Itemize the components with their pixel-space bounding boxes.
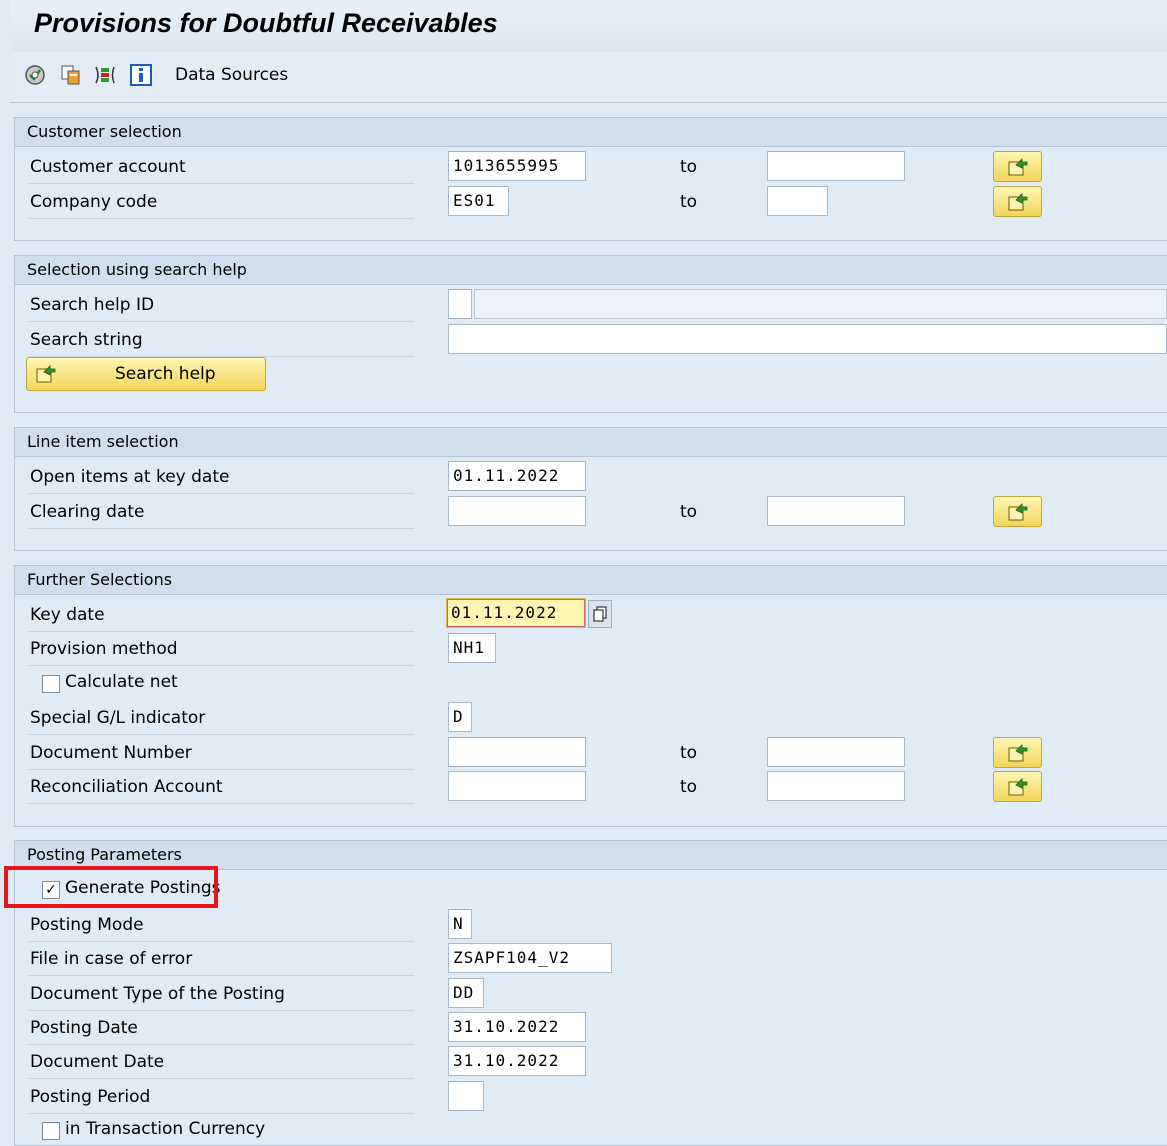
posting-mode-input[interactable]: N <box>448 909 472 939</box>
special-gl-indicator-row: Special G/L indicator <box>28 702 414 735</box>
field-label: Document Date <box>30 1052 165 1072</box>
posting-date-row: Posting Date <box>28 1012 414 1045</box>
clearing-date-row: Clearing date <box>28 496 414 529</box>
search-help-button-label: Search help <box>115 364 216 384</box>
document-type-row: Document Type of the Posting <box>28 978 414 1011</box>
provision-method-row: Provision method <box>28 633 414 666</box>
document-number-to-input[interactable] <box>767 737 905 767</box>
multiple-selection-button[interactable] <box>993 737 1042 768</box>
copy-variant-icon[interactable] <box>60 64 82 86</box>
posting-mode-row: Posting Mode <box>28 909 414 942</box>
data-sources-button[interactable]: Data Sources <box>175 65 288 85</box>
company-code-row: Company code <box>28 186 414 219</box>
field-label: Posting Period <box>30 1087 151 1107</box>
posting-period-row: Posting Period <box>28 1081 414 1114</box>
field-label: Posting Mode <box>30 915 144 935</box>
document-number-from-input[interactable] <box>448 737 586 767</box>
in-transaction-currency-checkbox[interactable] <box>42 1122 60 1140</box>
group-header: Selection using search help <box>15 256 1167 285</box>
field-label: Clearing date <box>30 502 145 522</box>
multiple-selection-icon <box>1008 193 1028 211</box>
document-number-row: Document Number <box>28 737 414 770</box>
open-items-key-date-row: Open items at key date <box>28 461 414 494</box>
key-date-input[interactable]: 01.11.2022 <box>446 598 586 628</box>
field-label: Search help ID <box>30 295 155 315</box>
document-type-input[interactable]: DD <box>448 978 484 1008</box>
search-string-row: Search string <box>28 324 414 357</box>
posting-period-input[interactable] <box>448 1081 484 1111</box>
page-title: Provisions for Doubtful Receivables <box>34 8 498 38</box>
document-date-input[interactable]: 31.10.2022 <box>448 1046 586 1076</box>
field-label: Document Number <box>30 743 192 763</box>
key-date-row: Key date <box>28 599 414 632</box>
selection-options-icon[interactable] <box>94 64 116 86</box>
reconciliation-account-to-input[interactable] <box>767 771 905 801</box>
to-label: to <box>680 743 698 763</box>
document-date-row: Document Date <box>28 1046 414 1079</box>
open-items-key-date-input[interactable]: 01.11.2022 <box>448 461 586 491</box>
multiple-selection-button[interactable] <box>993 496 1042 527</box>
posting-date-input[interactable]: 31.10.2022 <box>448 1012 586 1042</box>
application-toolbar: Data Sources <box>10 52 1167 103</box>
multiple-selection-icon <box>36 365 56 383</box>
multiple-selection-button[interactable] <box>993 186 1042 217</box>
provision-method-input[interactable]: NH1 <box>448 633 496 663</box>
field-label: Key date <box>30 605 105 625</box>
multiple-selection-icon <box>1008 158 1028 176</box>
field-label: Company code <box>30 192 158 212</box>
info-icon[interactable] <box>130 64 152 86</box>
to-label: to <box>680 192 698 212</box>
field-label: Document Type of the Posting <box>30 984 285 1004</box>
file-in-case-of-error-input[interactable]: ZSAPF104_V2 <box>448 943 612 973</box>
search-help-id-description <box>474 289 1167 319</box>
search-help-id-input[interactable] <box>448 289 472 319</box>
title-bar: Provisions for Doubtful Receivables <box>10 0 1167 52</box>
field-label: Search string <box>30 330 143 350</box>
field-label: Posting Date <box>30 1018 138 1038</box>
reconciliation-account-row: Reconciliation Account <box>28 771 414 804</box>
customer-account-from-input[interactable]: 1013655995 <box>448 151 586 181</box>
search-string-input[interactable] <box>448 324 1167 354</box>
multiple-selection-icon <box>1008 778 1028 796</box>
to-label: to <box>680 777 698 797</box>
search-help-button[interactable]: Search help <box>26 357 266 391</box>
to-label: to <box>680 502 698 522</box>
company-code-from-input[interactable]: ES01 <box>448 186 509 216</box>
special-gl-indicator-input[interactable]: D <box>448 702 472 732</box>
execute-icon[interactable] <box>24 64 46 86</box>
group-header: Further Selections <box>15 566 1167 595</box>
field-label: Provision method <box>30 639 178 659</box>
calculate-net-checkbox[interactable] <box>42 675 60 693</box>
group-header: Customer selection <box>15 118 1167 147</box>
customer-account-to-input[interactable] <box>767 151 905 181</box>
search-help-id-row: Search help ID <box>28 289 414 322</box>
customer-account-row: Customer account <box>28 151 414 184</box>
multiple-selection-icon <box>1008 744 1028 762</box>
calculate-net-label: Calculate net <box>65 672 178 692</box>
file-in-case-of-error-row: File in case of error <box>28 943 414 976</box>
company-code-to-input[interactable] <box>767 186 828 216</box>
field-label: Open items at key date <box>30 467 230 487</box>
reconciliation-account-from-input[interactable] <box>448 771 586 801</box>
field-label: Customer account <box>30 157 186 177</box>
clearing-date-from-input[interactable] <box>448 496 586 526</box>
to-label: to <box>680 157 698 177</box>
in-transaction-currency-label: in Transaction Currency <box>65 1119 266 1139</box>
field-label: File in case of error <box>30 949 193 969</box>
field-label: Reconciliation Account <box>30 777 223 797</box>
group-header: Line item selection <box>15 428 1167 457</box>
value-help-button[interactable] <box>588 600 612 628</box>
multiple-selection-button[interactable] <box>993 771 1042 802</box>
field-label: Special G/L indicator <box>30 708 206 728</box>
multiple-selection-button[interactable] <box>993 151 1042 182</box>
multiple-selection-icon <box>1008 503 1028 521</box>
highlight-annotation <box>4 866 218 908</box>
clearing-date-to-input[interactable] <box>767 496 905 526</box>
calendar-icon <box>593 606 607 622</box>
